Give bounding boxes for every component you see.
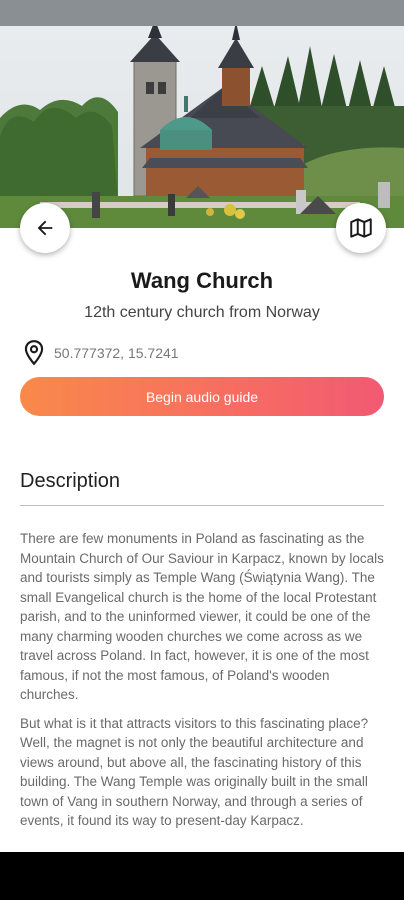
description-text: There are few monuments in Poland as fas… xyxy=(20,529,386,852)
arrow-left-icon xyxy=(37,220,53,236)
back-button[interactable] xyxy=(20,203,70,253)
church-photo xyxy=(0,26,404,228)
begin-audio-guide-button[interactable]: Begin audio guide xyxy=(20,377,384,416)
status-bar xyxy=(0,0,404,26)
coordinates-row: 50.777372, 15.7241 xyxy=(20,339,179,367)
map-icon xyxy=(350,218,372,238)
section-divider xyxy=(20,505,384,506)
description-paragraph: There are few monuments in Poland as fas… xyxy=(20,531,384,702)
description-paragraph: But what is it that attracts visitors to… xyxy=(20,715,369,829)
hero-image xyxy=(0,26,404,228)
description-heading: Description xyxy=(20,470,121,492)
map-button[interactable] xyxy=(336,203,386,253)
place-subtitle: 12th century church from Norway xyxy=(84,304,320,321)
place-title: Wang Church xyxy=(130,268,274,293)
coordinates-text: 50.777372, 15.7241 xyxy=(54,345,179,361)
system-navigation-bar xyxy=(0,852,404,900)
location-pin-icon xyxy=(20,339,48,367)
